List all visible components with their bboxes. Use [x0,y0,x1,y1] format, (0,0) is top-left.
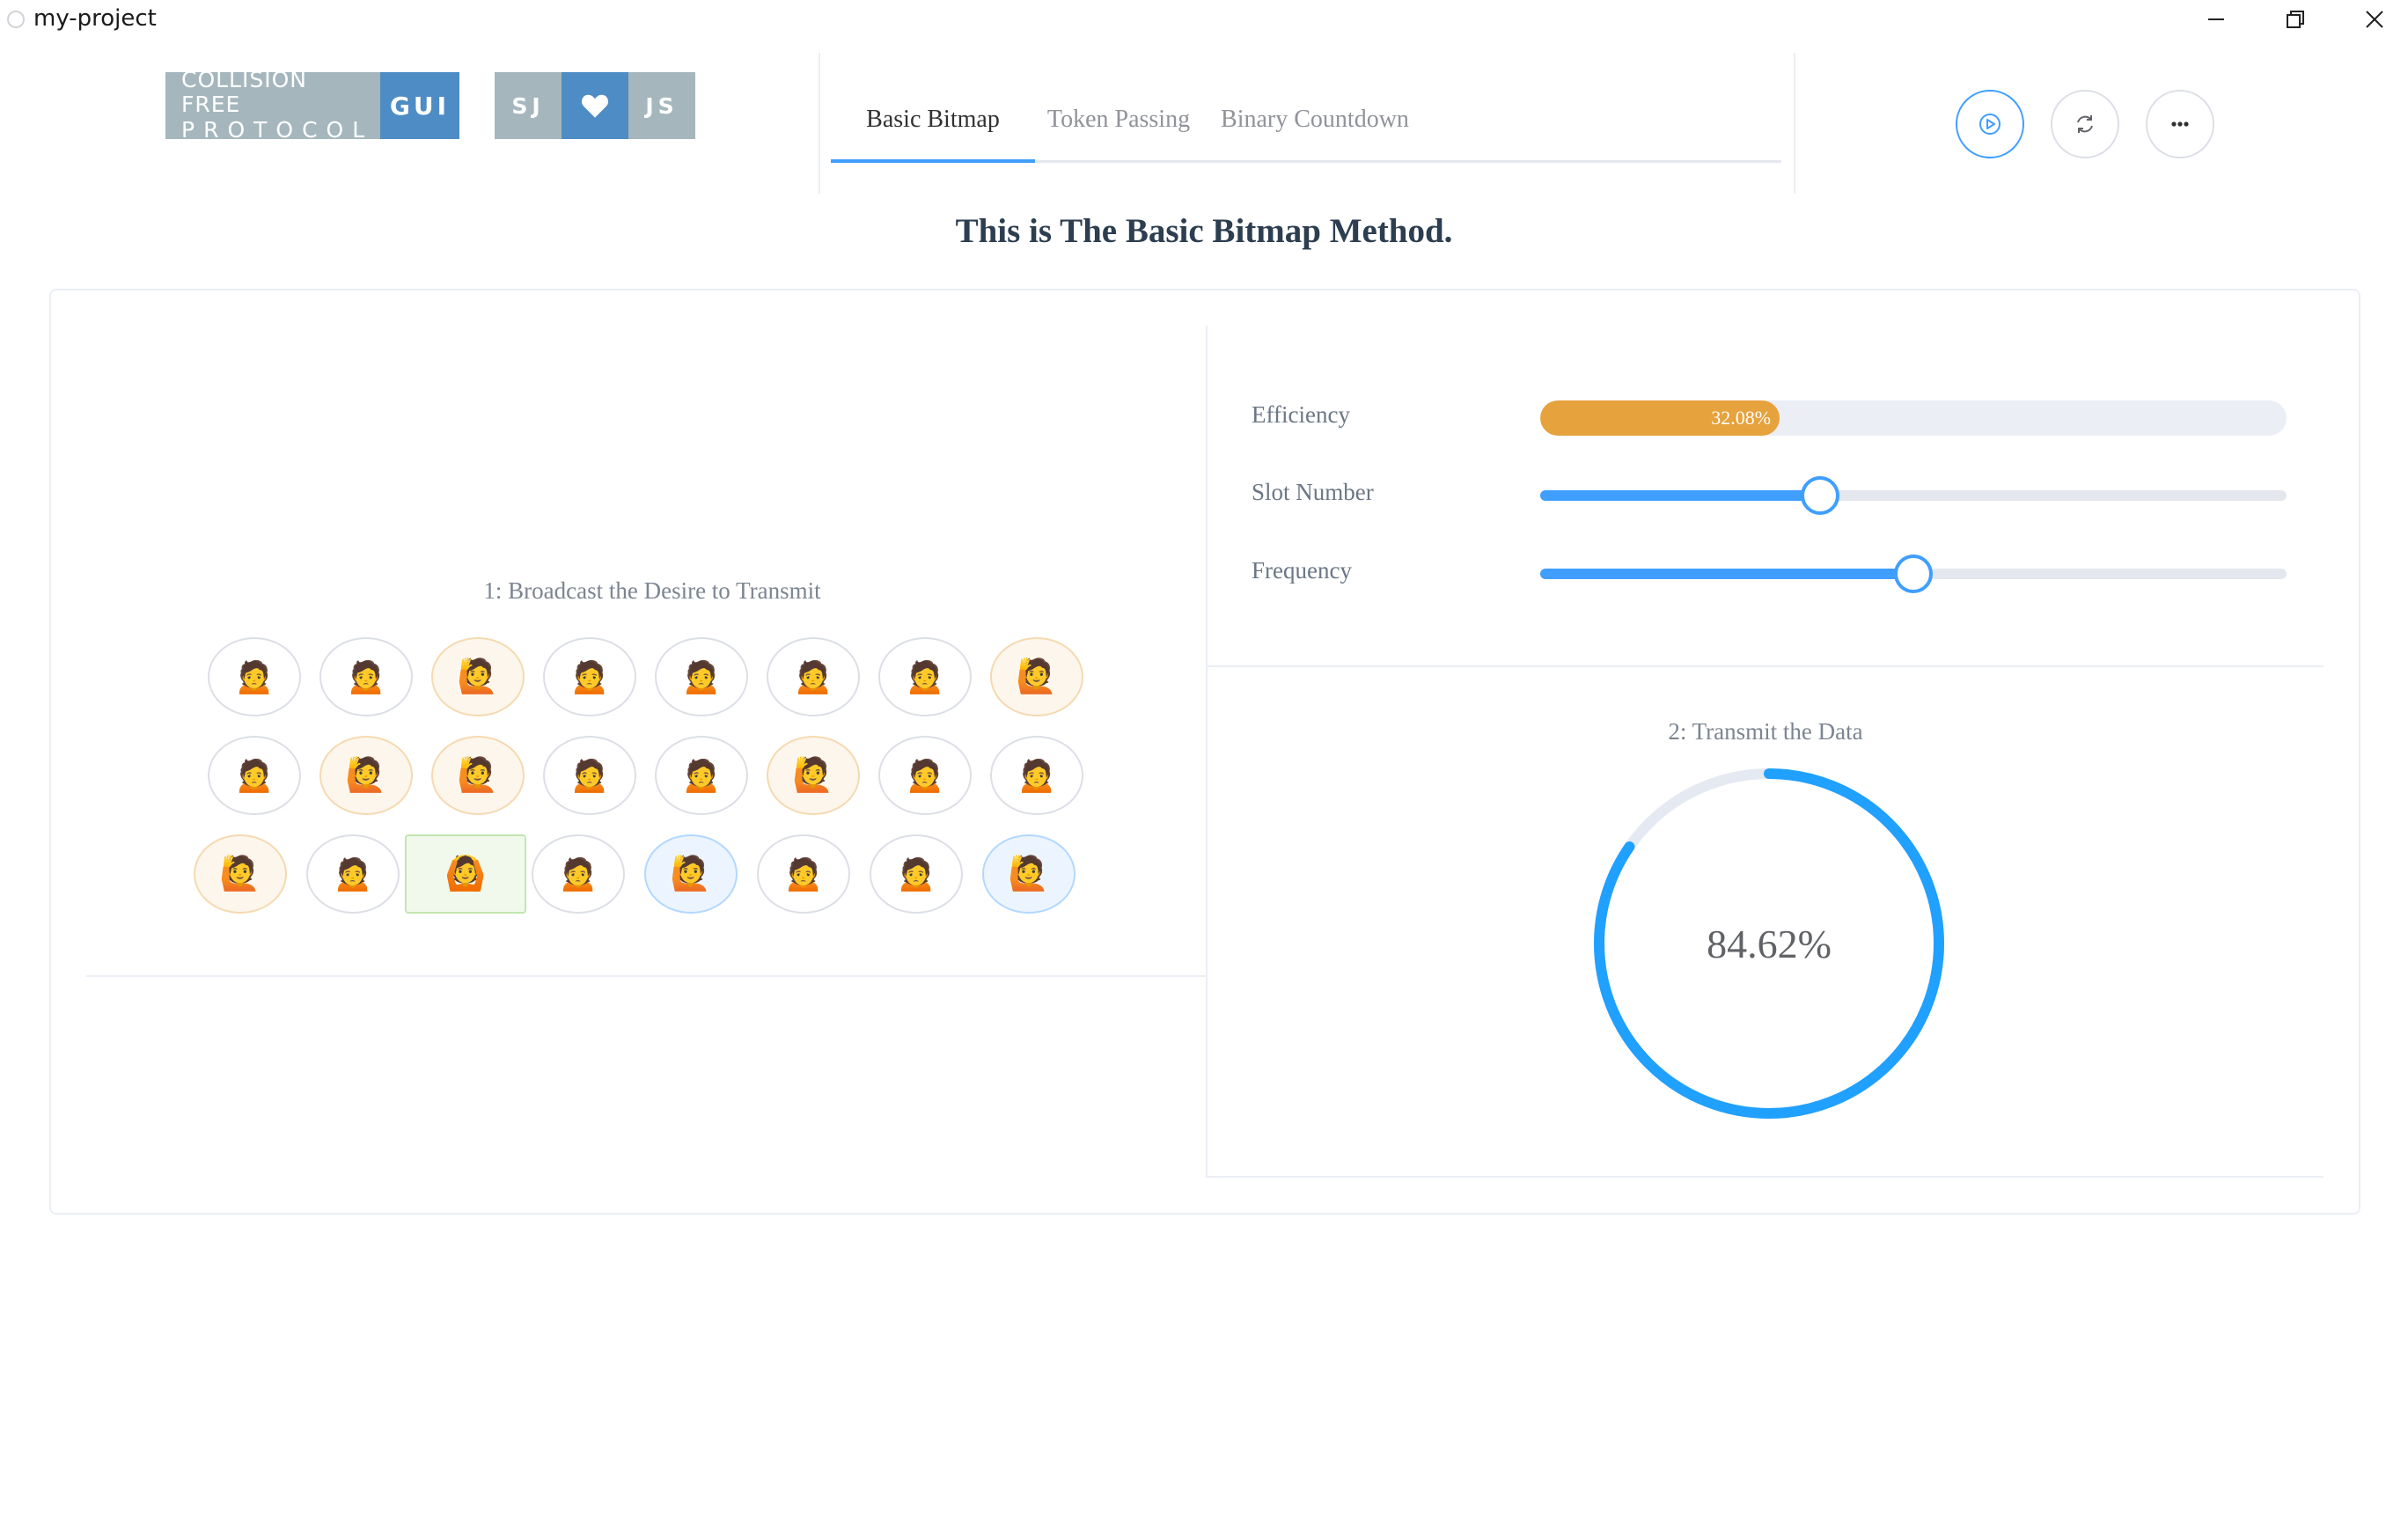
person-icon: 🙋 [457,658,499,695]
station-node[interactable]: 🙋 [767,736,860,815]
tabs-container: Basic Bitmap Token Passing Binary Countd… [819,53,1795,194]
station-node[interactable]: 🙆 [405,834,526,914]
close-icon [2366,11,2383,28]
left-divider [86,975,1206,977]
title-bar: my-project [0,0,2408,39]
refresh-icon [2077,115,2093,133]
person-icon: 🙍 [345,658,387,695]
heart-icon [581,94,609,118]
efficiency-progress-fill: 32.08% [1540,400,1780,436]
transmit-percent: 84.62% [1707,921,1832,966]
frequency-slider[interactable] [1540,555,2287,593]
efficiency-label: Efficiency [1252,401,1350,428]
station-node[interactable]: 🙍 [306,834,400,914]
station-node[interactable]: 🙋 [990,637,1083,716]
person-icon: 🙋 [1016,658,1058,695]
station-node[interactable]: 🙍 [878,736,972,815]
person-icon: 🙋 [670,856,712,892]
person-icon: 🙍 [1016,757,1058,794]
station-node[interactable]: 🙍 [319,637,413,716]
person-icon: 🙍 [782,856,825,892]
restore-icon [2287,11,2304,28]
person-icon: 🙍 [904,658,946,695]
station-node[interactable]: 🙍 [543,637,636,716]
person-icon: 🙋 [345,757,387,794]
station-node[interactable]: 🙍 [767,637,860,716]
station-node[interactable]: 🙍 [208,637,301,716]
badge-gui: GUI [380,72,459,139]
frequency-slider-handle[interactable] [1894,555,1933,593]
station-node[interactable]: 🙍 [655,637,748,716]
badge-line1: COLLISION FREE [181,67,307,117]
station-node[interactable]: 🙋 [319,736,413,815]
broadcast-label: 1: Broadcast the Desire to Transmit [483,577,821,604]
active-tab-indicator [831,159,1035,163]
person-icon: 🙍 [233,658,275,695]
badge-heart [562,72,628,139]
right-divider [1208,665,2324,667]
app-icon [7,11,25,28]
station-node[interactable]: 🙍 [532,834,625,914]
efficiency-value: 32.08% [1711,407,1772,429]
station-node[interactable]: 🙍 [655,736,748,815]
transmit-progress-ring: 84.62% [1593,768,1945,1120]
slider-fill [1540,569,1913,579]
person-icon: 🙋 [457,757,499,794]
slider-fill [1540,490,1820,501]
sj-love-js-badge: SJ JS [495,72,695,139]
tab-basic-bitmap[interactable]: Basic Bitmap [831,81,1035,158]
play-icon [1979,114,2001,135]
station-node[interactable]: 🙍 [990,736,1083,815]
person-icon: 🙋 [792,757,834,794]
restore-button[interactable] [2257,0,2334,39]
person-icon: 🙍 [557,856,599,892]
station-node[interactable]: 🙍 [870,834,963,914]
station-node[interactable]: 🙋 [982,834,1076,914]
station-node[interactable]: 🙍 [757,834,850,914]
close-button[interactable] [2336,0,2408,39]
slot-number-slider-handle[interactable] [1801,476,1839,515]
badge-line2: PROTOCOL [181,117,374,143]
station-node[interactable]: 🙍 [208,736,301,815]
person-icon: 🙍 [904,757,946,794]
minimize-icon [2208,18,2224,20]
collision-free-protocol-badge: COLLISION FREE PROTOCOL GUI [165,68,459,143]
play-button[interactable] [1956,90,2024,158]
person-icon: 🙍 [332,856,374,892]
more-button[interactable] [2146,90,2214,158]
person-icon: 🙍 [569,658,611,695]
badge-sj: SJ [495,72,562,139]
person-icon: 🙍 [233,757,275,794]
page-title: This is The Basic Bitmap Method. [955,212,1453,250]
transmit-label: 2: Transmit the Data [1668,718,1863,745]
person-icon: 🙍 [792,658,834,695]
person-icon: 🙍 [680,658,723,695]
person-icon: 🙍 [680,757,723,794]
person-icon: 🙋 [1008,856,1050,892]
person-icon: 🙆 [444,856,487,892]
person-icon: 🙍 [895,856,937,892]
frequency-label: Frequency [1252,557,1352,584]
minimize-button[interactable] [2177,0,2255,39]
badge-js: JS [628,72,695,139]
refresh-button[interactable] [2051,90,2119,158]
station-node[interactable]: 🙋 [431,736,525,815]
station-node[interactable]: 🙋 [431,637,525,716]
slot-number-label: Slot Number [1252,479,1374,505]
efficiency-progress: 32.08% [1540,400,2287,436]
person-icon: 🙍 [569,757,611,794]
more-icon [2171,121,2189,127]
person-icon: 🙋 [219,856,261,892]
station-node[interactable]: 🙍 [543,736,636,815]
tab-token-passing[interactable]: Token Passing [1035,81,1202,158]
station-node[interactable]: 🙋 [644,834,738,914]
station-node[interactable]: 🙍 [878,637,972,716]
station-node[interactable]: 🙋 [194,834,287,914]
tab-binary-countdown[interactable]: Binary Countdown [1202,81,1428,158]
method-tabs: Basic Bitmap Token Passing Binary Countd… [831,81,1781,163]
slot-number-slider[interactable] [1540,476,2287,515]
window-title: my-project [33,5,157,32]
